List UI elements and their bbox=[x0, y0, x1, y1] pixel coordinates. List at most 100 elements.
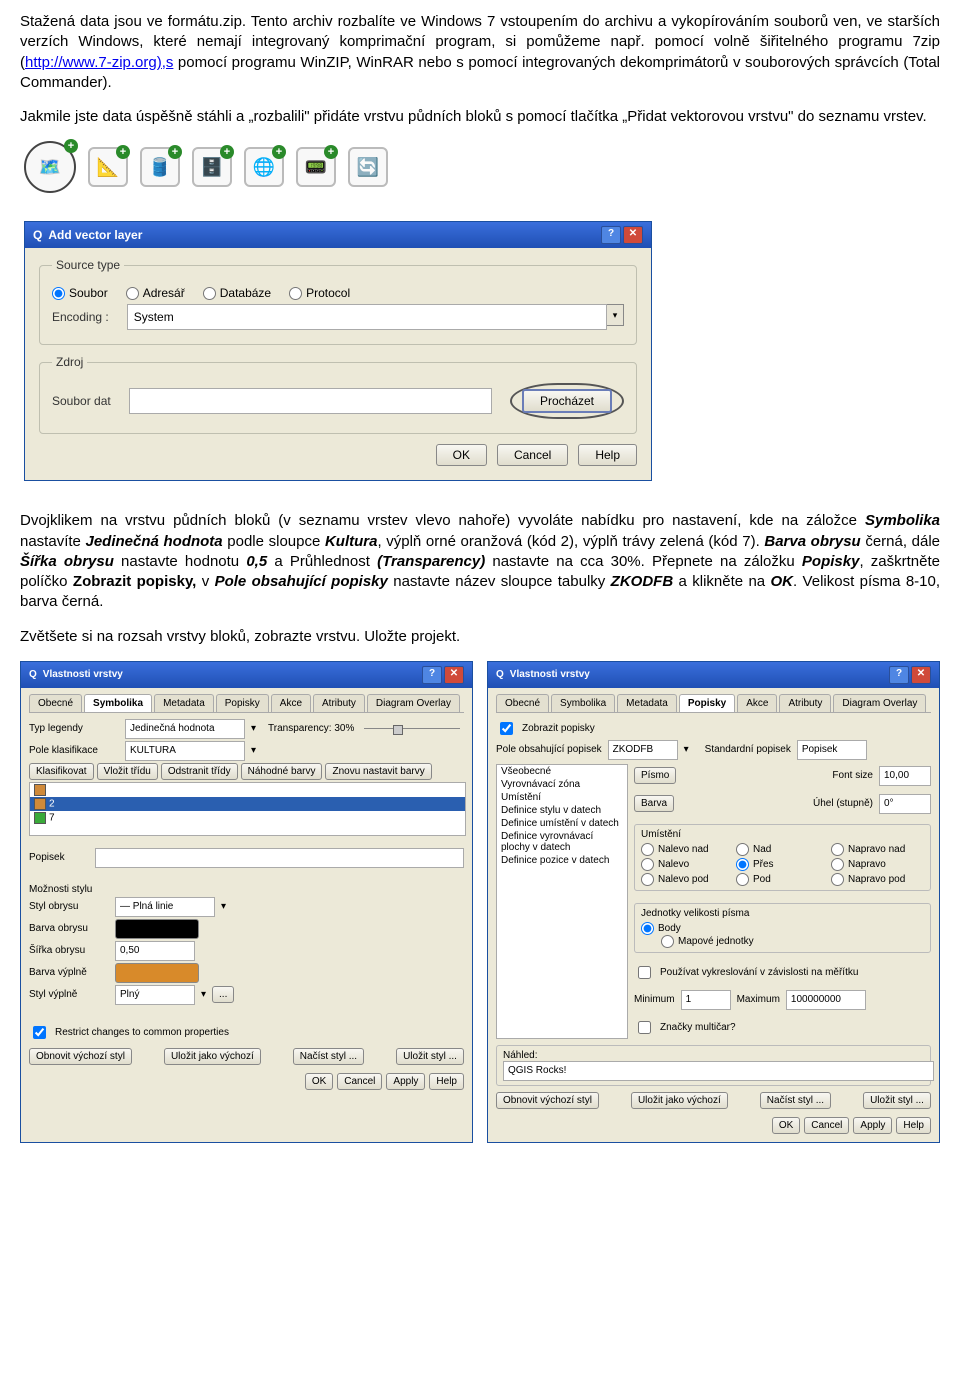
cancel-button[interactable]: Cancel bbox=[804, 1117, 849, 1134]
close-icon[interactable]: ✕ bbox=[911, 666, 931, 684]
add-vector-layer-icon[interactable]: 🗺️+ bbox=[24, 141, 76, 193]
tab-diagram[interactable]: Diagram Overlay bbox=[367, 694, 460, 712]
tab-akce[interactable]: Akce bbox=[737, 694, 777, 712]
pos-t[interactable]: Nad bbox=[736, 843, 829, 856]
zdroj-group: Zdroj Soubor dat Procházet bbox=[39, 355, 637, 434]
save-style[interactable]: Uložit styl ... bbox=[396, 1048, 464, 1065]
random-colors-button[interactable]: Náhodné barvy bbox=[241, 763, 323, 780]
pos-br[interactable]: Napravo pod bbox=[831, 873, 924, 886]
help-button[interactable]: Help bbox=[896, 1117, 931, 1134]
pos-c[interactable]: Přes bbox=[736, 858, 829, 871]
ok-button[interactable]: OK bbox=[772, 1117, 800, 1134]
default-label-input[interactable] bbox=[797, 740, 867, 760]
label-input[interactable] bbox=[95, 848, 464, 868]
tab-diagram[interactable]: Diagram Overlay bbox=[833, 694, 926, 712]
legend-type-select[interactable] bbox=[125, 719, 245, 739]
pos-l[interactable]: Nalevo bbox=[641, 858, 734, 871]
max-input[interactable] bbox=[786, 990, 866, 1010]
label-side-panel[interactable]: VšeobecnéVyrovnávací zónaUmístěníDefinic… bbox=[496, 764, 628, 1039]
pos-tr[interactable]: Napravo nad bbox=[831, 843, 924, 856]
scale-render-check[interactable] bbox=[638, 966, 651, 979]
close-icon[interactable]: ✕ bbox=[623, 226, 643, 244]
tab-symbolika[interactable]: Symbolika bbox=[84, 694, 152, 712]
refresh-icon[interactable]: 🔄 bbox=[348, 147, 388, 187]
help-titlebar-icon[interactable]: ? bbox=[889, 666, 909, 684]
source-type-group: Source type Soubor Adresář Databáze Prot… bbox=[39, 258, 637, 345]
save-style[interactable]: Uložit styl ... bbox=[863, 1092, 931, 1109]
tab-metadata[interactable]: Metadata bbox=[617, 694, 677, 712]
add-spatialite-icon[interactable]: 🗄️+ bbox=[192, 147, 232, 187]
tab-akce[interactable]: Akce bbox=[271, 694, 311, 712]
restore-default-style[interactable]: Obnovit výchozí styl bbox=[496, 1092, 599, 1109]
font-size-input[interactable] bbox=[879, 766, 931, 786]
min-input[interactable] bbox=[681, 990, 731, 1010]
tab-obecne[interactable]: Obecné bbox=[29, 694, 82, 712]
cancel-button[interactable]: Cancel bbox=[337, 1073, 382, 1090]
label-field-select[interactable] bbox=[608, 740, 678, 760]
color-button[interactable]: Barva bbox=[634, 795, 674, 812]
load-style[interactable]: Načíst styl ... bbox=[293, 1048, 364, 1065]
soubor-dat-input[interactable] bbox=[129, 388, 492, 414]
tab-obecne[interactable]: Obecné bbox=[496, 694, 549, 712]
radio-adresar[interactable]: Adresář bbox=[126, 286, 185, 300]
radio-soubor[interactable]: Soubor bbox=[52, 286, 108, 300]
tab-atributy[interactable]: Atributy bbox=[779, 694, 831, 712]
help-button[interactable]: Help bbox=[429, 1073, 464, 1090]
tab-popisky[interactable]: Popisky bbox=[679, 694, 735, 712]
add-gps-icon[interactable]: 📟+ bbox=[296, 147, 336, 187]
pos-bl[interactable]: Nalevo pod bbox=[641, 873, 734, 886]
restrict-check[interactable] bbox=[33, 1026, 46, 1039]
tab-symbolika[interactable]: Symbolika bbox=[551, 694, 615, 712]
pos-r[interactable]: Napravo bbox=[831, 858, 924, 871]
help-titlebar-icon[interactable]: ? bbox=[601, 226, 621, 244]
save-as-default[interactable]: Uložit jako výchozí bbox=[631, 1092, 728, 1109]
fill-more-button[interactable]: ... bbox=[212, 986, 234, 1003]
ok-button[interactable]: OK bbox=[305, 1073, 333, 1090]
restore-default-style[interactable]: Obnovit výchozí styl bbox=[29, 1048, 132, 1065]
help-titlebar-icon[interactable]: ? bbox=[422, 666, 442, 684]
load-style[interactable]: Načíst styl ... bbox=[760, 1092, 831, 1109]
add-vector-layer-dialog: QAdd vector layer ? ✕ Source type Soubor… bbox=[24, 221, 652, 481]
outline-style[interactable] bbox=[115, 897, 215, 917]
help-button[interactable]: Help bbox=[578, 444, 637, 466]
add-class-button[interactable]: Vložit třídu bbox=[97, 763, 158, 780]
outline-color-swatch[interactable] bbox=[115, 919, 199, 939]
units-map[interactable]: Mapové jednotky bbox=[661, 935, 924, 948]
layer-properties-symbology-dialog: QVlastnosti vrstvy?✕ Obecné Symbolika Me… bbox=[20, 661, 473, 1143]
pos-tl[interactable]: Nalevo nad bbox=[641, 843, 734, 856]
angle-input[interactable] bbox=[879, 794, 931, 814]
pos-b[interactable]: Pod bbox=[736, 873, 829, 886]
tab-atributy[interactable]: Atributy bbox=[313, 694, 365, 712]
remove-classes-button[interactable]: Odstranit třídy bbox=[161, 763, 238, 780]
cancel-button[interactable]: Cancel bbox=[497, 444, 568, 466]
ok-button[interactable]: OK bbox=[436, 444, 487, 466]
apply-button[interactable]: Apply bbox=[853, 1117, 892, 1134]
classification-field[interactable] bbox=[125, 741, 245, 761]
add-wms-icon[interactable]: 🌐+ bbox=[244, 147, 284, 187]
apply-button[interactable]: Apply bbox=[386, 1073, 425, 1090]
radio-protocol[interactable]: Protocol bbox=[289, 286, 350, 300]
reset-colors-button[interactable]: Znovu nastavit barvy bbox=[325, 763, 431, 780]
units-body[interactable]: Body bbox=[641, 922, 924, 935]
class-list[interactable]: 2 7 bbox=[29, 782, 466, 836]
fill-color-swatch[interactable] bbox=[115, 963, 199, 983]
font-button[interactable]: Písmo bbox=[634, 767, 676, 784]
save-as-default[interactable]: Uložit jako výchozí bbox=[164, 1048, 261, 1065]
classify-button[interactable]: Klasifikovat bbox=[29, 763, 94, 780]
multiline-check[interactable] bbox=[638, 1021, 651, 1034]
encoding-select[interactable] bbox=[127, 304, 607, 330]
preview-input[interactable] bbox=[503, 1061, 934, 1081]
radio-databaze[interactable]: Databáze bbox=[203, 286, 271, 300]
browse-button[interactable]: Procházet bbox=[522, 389, 612, 413]
add-layer-icon-2[interactable]: 📐+ bbox=[88, 147, 128, 187]
add-db-icon[interactable]: 🛢️+ bbox=[140, 147, 180, 187]
show-labels-check[interactable] bbox=[500, 722, 513, 735]
tab-popisky[interactable]: Popisky bbox=[216, 694, 269, 712]
close-icon[interactable]: ✕ bbox=[444, 666, 464, 684]
dropdown-icon[interactable]: ▾ bbox=[607, 304, 624, 326]
outline-width[interactable] bbox=[115, 941, 195, 961]
tab-metadata[interactable]: Metadata bbox=[154, 694, 214, 712]
fill-style[interactable] bbox=[115, 985, 195, 1005]
zip-link[interactable]: http://www.7-zip.org),s bbox=[25, 54, 173, 71]
qgis-logo-icon: Q bbox=[33, 228, 42, 242]
